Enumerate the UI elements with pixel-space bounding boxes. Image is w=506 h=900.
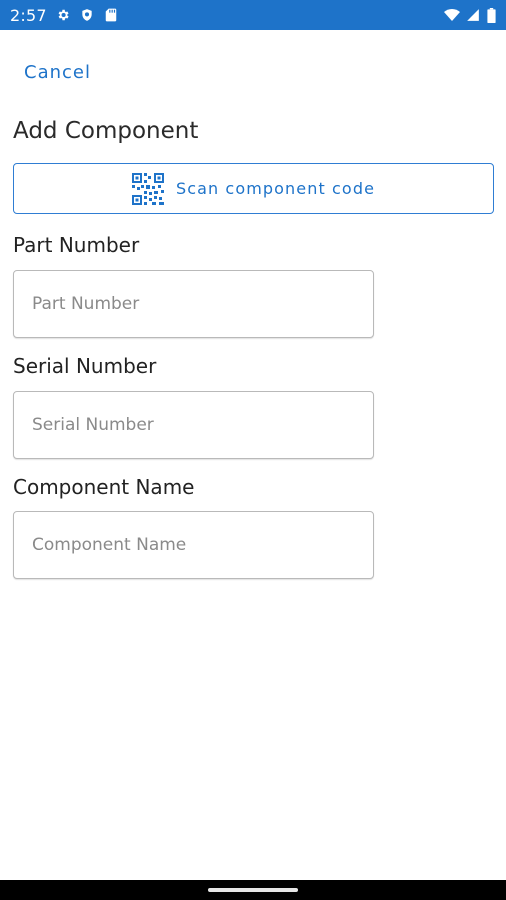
navigation-bar (0, 880, 506, 900)
shield-icon (79, 7, 95, 23)
component-name-label: Component Name (13, 475, 195, 499)
status-bar: 2:57 (0, 0, 506, 30)
serial-number-label: Serial Number (13, 354, 157, 378)
scan-button-label: Scan component code (175, 179, 376, 198)
wifi-icon (444, 7, 460, 23)
cancel-button[interactable]: Cancel (24, 62, 91, 83)
qr-code-icon (131, 172, 164, 205)
page-title: Add Component (13, 118, 199, 144)
part-number-label: Part Number (13, 233, 140, 257)
battery-icon (486, 7, 496, 23)
cell-signal-icon (465, 7, 481, 23)
part-number-input[interactable] (13, 270, 374, 338)
sd-card-icon (103, 7, 119, 23)
status-right (444, 7, 496, 23)
status-time: 2:57 (10, 5, 47, 25)
serial-number-input[interactable] (13, 391, 374, 459)
status-left: 2:57 (10, 6, 119, 25)
scan-component-code-button[interactable]: Scan component code (13, 163, 494, 214)
home-handle[interactable] (208, 888, 298, 892)
gear-icon (55, 7, 71, 23)
component-name-input[interactable] (13, 511, 374, 579)
